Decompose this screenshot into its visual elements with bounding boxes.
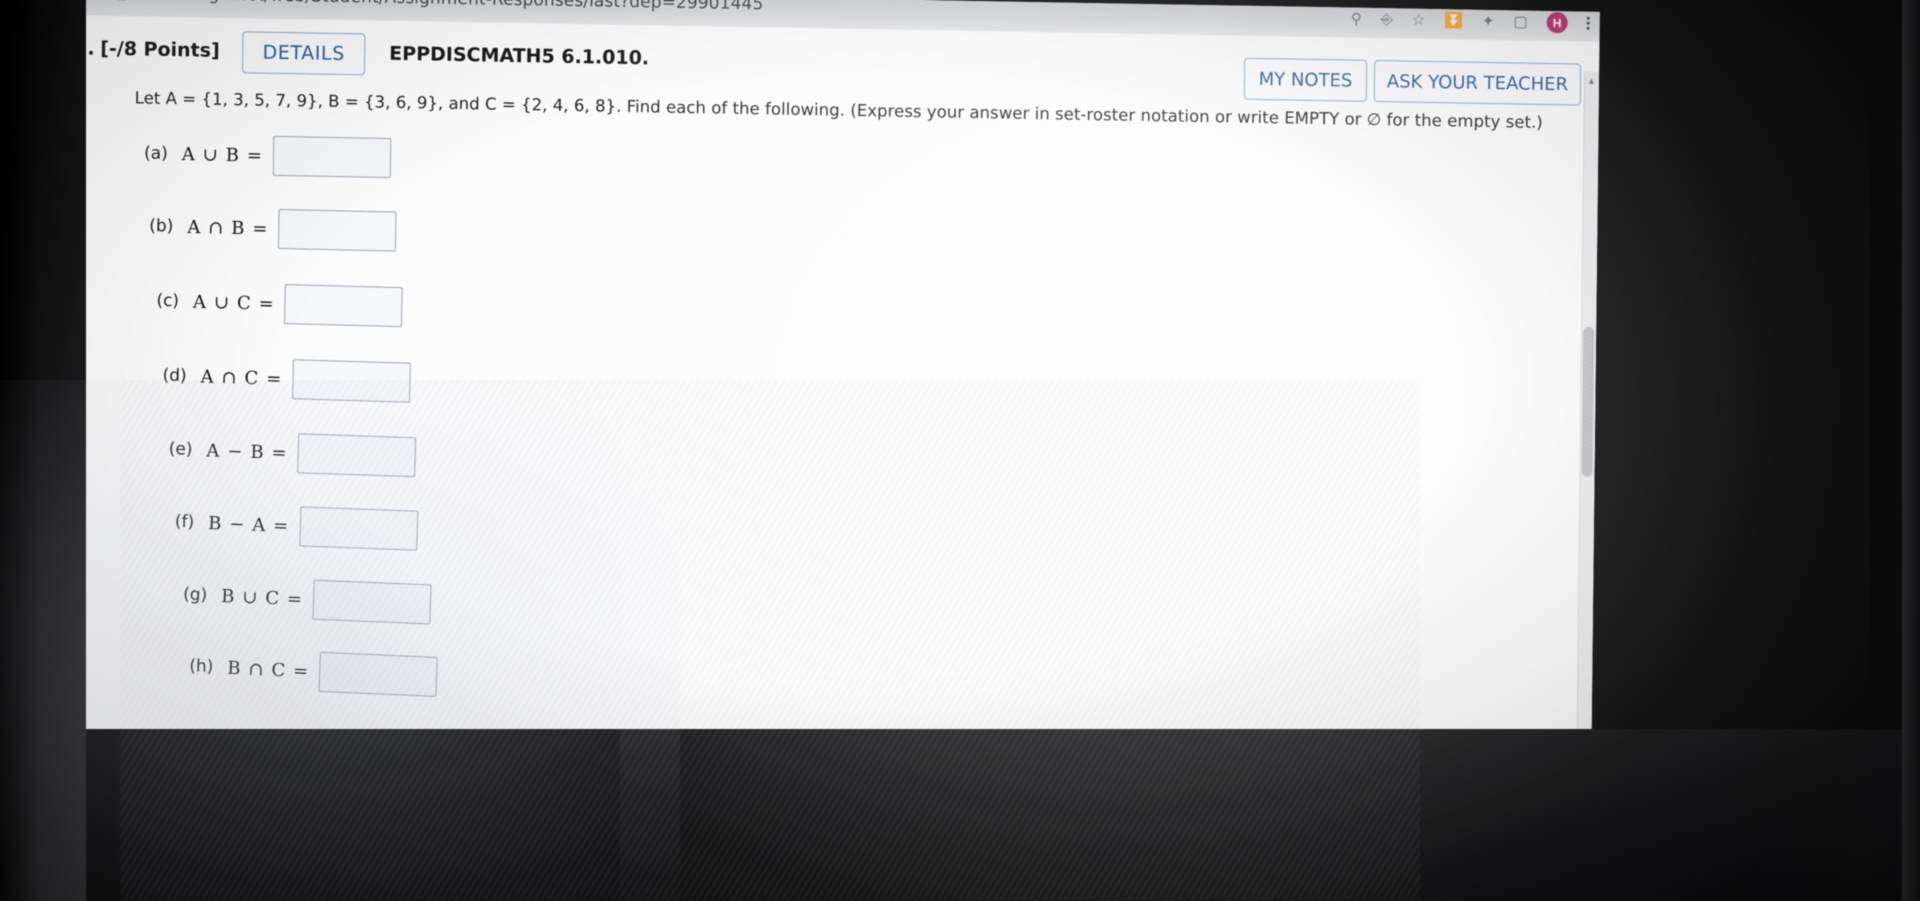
split-screen-icon[interactable]: ▢: [1513, 13, 1527, 30]
address-bar-url[interactable]: webassign.net/web/Student/Assignment-Res…: [140, 0, 764, 14]
kebab-menu-icon[interactable]: [1586, 16, 1590, 30]
answer-input-e[interactable]: [297, 433, 417, 478]
answer-input-a[interactable]: [272, 135, 392, 179]
answer-input-b[interactable]: [278, 208, 397, 252]
question-code: EPPDISCMATH5 6.1.010.: [389, 42, 650, 70]
zoom-search-icon[interactable]: ⚲: [1351, 11, 1362, 28]
laptop-screen-photo: ← → ↻ webassign.net/web/Student/Assignme…: [0, 0, 1920, 901]
answer-input-c[interactable]: [284, 284, 404, 328]
part-expression-g: B ∪ C =: [220, 585, 304, 610]
answer-input-h[interactable]: [318, 651, 438, 697]
scrollbar-thumb[interactable]: [1581, 326, 1595, 477]
part-label-c: (c): [156, 290, 180, 312]
part-expression-a: A ∪ B =: [181, 143, 264, 167]
bookmark-star-icon[interactable]: ☆: [1412, 12, 1426, 29]
answer-input-f[interactable]: [298, 506, 418, 551]
part-label-h: (h): [188, 656, 214, 678]
part-label-d: (d): [162, 365, 187, 387]
screen-bezel-bottom: [0, 729, 1920, 901]
browser-toolbar-actions: ⚲ ⎆ ☆ ⏬ ✦ ▢ H: [1351, 9, 1590, 34]
answer-row-h: (h) B ∩ C =: [189, 646, 438, 697]
collections-icon[interactable]: ⎆: [1381, 11, 1393, 28]
part-expression-d: A ∩ C =: [200, 366, 283, 390]
answer-row-f: (f) B − A =: [174, 502, 418, 551]
extensions-puzzle-icon[interactable]: ✦: [1482, 13, 1495, 30]
answer-row-g: (g) B ∪ C =: [182, 574, 432, 625]
answer-input-g[interactable]: [312, 579, 432, 625]
answer-row-b: (b) A ∩ B =: [149, 206, 397, 252]
part-label-e: (e): [168, 439, 193, 460]
page-scrollbar[interactable]: ▲ ▼: [1575, 71, 1600, 780]
part-expression-c: A ∪ C =: [192, 291, 276, 315]
answer-row-a: (a) A ∪ B =: [143, 133, 392, 179]
bezel-shadow: [0, 0, 40, 901]
answer-row-d: (d) A ∩ C =: [162, 355, 411, 403]
answer-row-e: (e) A − B =: [168, 429, 417, 478]
downloads-icon[interactable]: ⏬: [1444, 12, 1463, 29]
part-label-b: (b): [149, 215, 174, 237]
browser-window: ← → ↻ webassign.net/web/Student/Assignme…: [0, 0, 1600, 780]
scroll-up-icon[interactable]: ▲: [1587, 76, 1596, 86]
part-expression-e: A − B =: [206, 439, 288, 464]
details-button[interactable]: DETAILS: [242, 31, 366, 76]
screen-area: ← → ↻ webassign.net/web/Student/Assignme…: [0, 0, 1600, 782]
answer-input-d[interactable]: [291, 359, 411, 403]
part-label-f: (f): [174, 511, 195, 533]
part-expression-f: B − A =: [207, 512, 290, 537]
question-points: [-/8 Points]: [100, 37, 220, 62]
my-notes-button[interactable]: MY NOTES: [1243, 57, 1368, 102]
part-label-a: (a): [143, 143, 168, 164]
part-expression-h: B ∩ C =: [226, 657, 310, 682]
screen-bezel-right: [1902, 0, 1920, 901]
ask-your-teacher-button[interactable]: ASK YOUR TEACHER: [1373, 59, 1582, 106]
part-label-g: (g): [182, 584, 208, 606]
assignment-page: 2. [-/8 Points] DETAILS EPPDISCMATH5 6.1…: [0, 13, 1600, 780]
part-expression-b: A ∩ B =: [187, 216, 269, 240]
avatar[interactable]: H: [1546, 11, 1568, 34]
answer-row-c: (c) A ∪ C =: [156, 281, 404, 328]
